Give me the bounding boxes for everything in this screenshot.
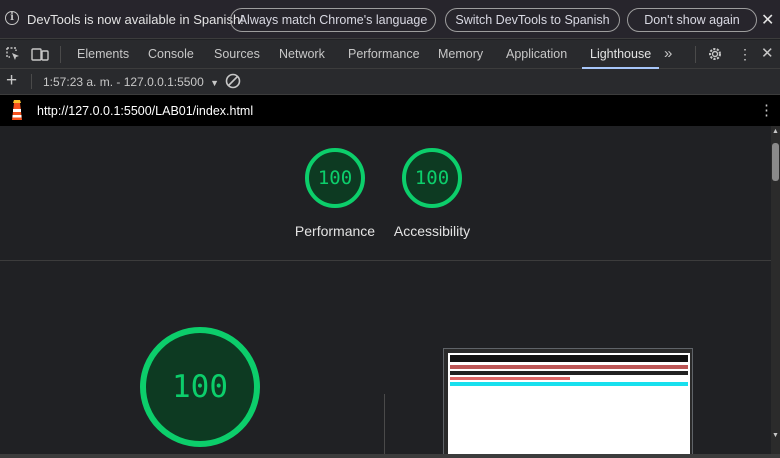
close-devtools-icon[interactable]: ✕ — [761, 45, 774, 63]
inspect-element-icon[interactable] — [5, 46, 21, 62]
lighthouse-logo-icon — [12, 100, 22, 120]
performance-gauge-label: Performance — [294, 223, 376, 239]
main-score-gauge: 100 — [140, 327, 260, 447]
metric-divider — [384, 394, 385, 458]
close-infobar-icon[interactable]: ✕ — [761, 10, 774, 30]
report-selector-value: 1:57:23 a. m. - 127.0.0.1:5500 — [43, 75, 204, 89]
device-toolbar-icon[interactable] — [31, 46, 49, 62]
page-screenshot — [448, 353, 690, 458]
language-infobar: i DevTools is now available in Spanish! … — [0, 0, 780, 39]
scrollbar-thumb[interactable] — [772, 143, 779, 181]
scroll-down-icon[interactable]: ▼ — [772, 432, 779, 439]
report-scrollbar[interactable]: ▲ ▼ — [771, 126, 780, 458]
main-score: 100 — [172, 369, 228, 405]
performance-score: 100 — [317, 167, 353, 189]
report-url[interactable]: http://127.0.0.1:5500/LAB01/index.html — [37, 104, 253, 118]
switch-devtools-spanish-button[interactable]: Switch DevTools to Spanish — [445, 8, 620, 32]
lighthouse-report: 100 Performance 100 Accessibility 100 — [0, 126, 771, 458]
tab-network[interactable]: Network — [279, 40, 325, 68]
scroll-up-icon[interactable]: ▲ — [772, 128, 779, 135]
performance-gauge[interactable]: 100 — [305, 148, 365, 208]
tab-memory[interactable]: Memory — [438, 40, 483, 68]
report-menu-icon[interactable]: ⋮ — [759, 101, 774, 119]
dont-show-again-button[interactable]: Don't show again — [627, 8, 757, 32]
summary-divider — [0, 260, 771, 261]
clear-reports-icon[interactable] — [225, 73, 241, 89]
tab-lighthouse[interactable]: Lighthouse — [581, 40, 660, 69]
more-tabs-icon[interactable]: » — [664, 40, 672, 68]
accessibility-score: 100 — [414, 167, 450, 189]
tab-elements[interactable]: Elements — [77, 40, 129, 68]
customize-menu-icon[interactable]: ⋮ — [738, 45, 752, 63]
match-chrome-language-button[interactable]: Always match Chrome's language — [230, 8, 436, 32]
tab-console[interactable]: Console — [148, 40, 194, 68]
tab-performance[interactable]: Performance — [348, 40, 420, 68]
accessibility-gauge-label: Accessibility — [393, 223, 471, 239]
report-url-bar: http://127.0.0.1:5500/LAB01/index.html ⋮ — [0, 95, 780, 126]
tab-application[interactable]: Application — [506, 40, 567, 68]
new-report-icon[interactable]: + — [6, 70, 17, 92]
page-screenshot-thumbnail[interactable] — [443, 348, 693, 458]
chevron-down-icon: ▼ — [210, 78, 220, 88]
bottom-border — [0, 454, 780, 458]
settings-gear-icon[interactable] — [707, 46, 723, 62]
accessibility-gauge[interactable]: 100 — [402, 148, 462, 208]
report-selector[interactable]: 1:57:23 a. m. - 127.0.0.1:5500 ▼ — [43, 75, 219, 89]
tab-sources[interactable]: Sources — [214, 40, 260, 68]
lighthouse-toolbar: + 1:57:23 a. m. - 127.0.0.1:5500 ▼ — [0, 69, 780, 95]
infobar-message: DevTools is now available in Spanish! — [27, 12, 244, 27]
devtools-tabbar: Elements Console Sources Network Perform… — [0, 40, 780, 69]
info-icon: i — [5, 11, 19, 25]
